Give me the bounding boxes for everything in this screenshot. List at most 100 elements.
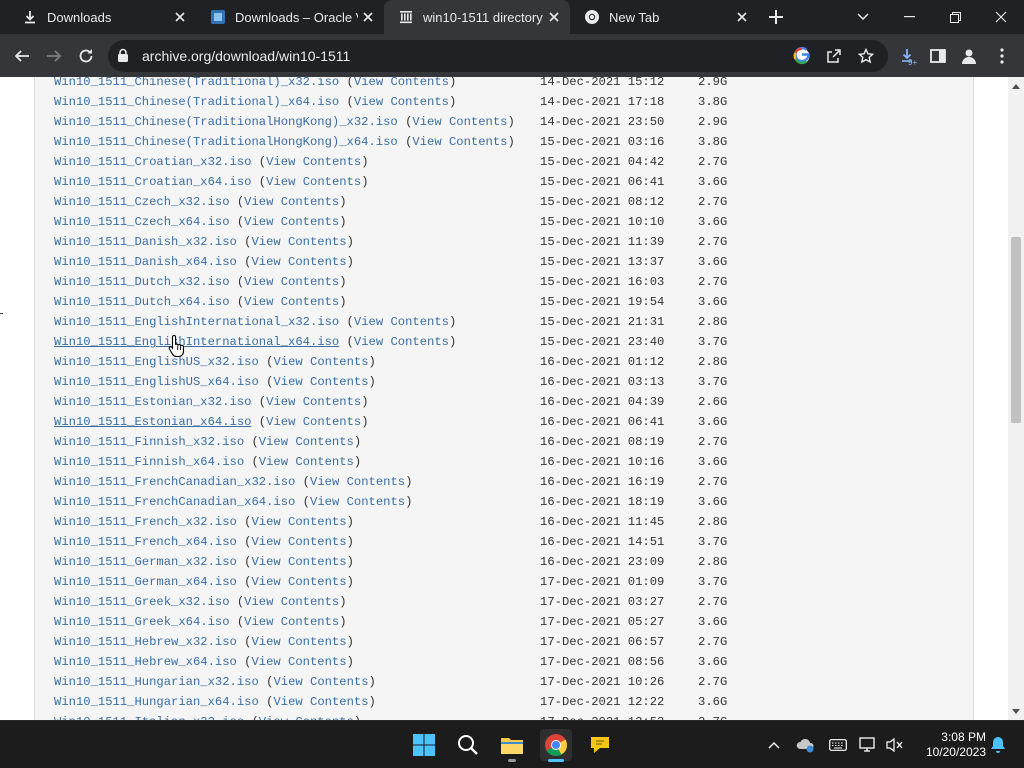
view-contents-link[interactable]: View Contents	[266, 155, 361, 169]
view-contents-link[interactable]: View Contents	[412, 115, 507, 129]
file-link[interactable]: Win10_1511_Croatian_x32.iso	[54, 155, 251, 169]
display-icon[interactable]	[858, 735, 878, 755]
restore-button[interactable]	[932, 0, 978, 34]
view-contents-link[interactable]: View Contents	[354, 315, 449, 329]
show-hidden-icons-chevron[interactable]	[764, 735, 784, 755]
tab-new-tab[interactable]: New Tab	[570, 0, 758, 34]
file-link[interactable]: Win10_1511_Estonian_x64.iso	[54, 415, 251, 429]
close-tab-icon[interactable]	[544, 7, 564, 27]
file-link[interactable]: Win10_1511_Greek_x32.iso	[54, 595, 230, 609]
tab-win10-directory[interactable]: win10-1511 directory listing	[384, 0, 570, 34]
view-contents-link[interactable]: View Contents	[244, 595, 339, 609]
close-window-button[interactable]	[978, 0, 1024, 34]
system-clock[interactable]: 3:08 PM 10/20/2023	[912, 730, 986, 760]
view-contents-link[interactable]: View Contents	[273, 355, 368, 369]
file-link[interactable]: Win10_1511_EnglishInternational_x32.iso	[54, 315, 339, 329]
profile-avatar-icon[interactable]	[955, 42, 983, 70]
new-tab-button[interactable]	[764, 5, 788, 29]
view-contents-link[interactable]: View Contents	[259, 435, 354, 449]
back-button[interactable]	[8, 42, 36, 70]
file-link[interactable]: Win10_1511_Czech_x32.iso	[54, 195, 230, 209]
view-contents-link[interactable]: View Contents	[273, 375, 368, 389]
lock-icon[interactable]	[117, 48, 129, 68]
google-lens-icon[interactable]	[792, 46, 812, 66]
view-contents-link[interactable]: View Contents	[244, 615, 339, 629]
view-contents-link[interactable]: View Contents	[251, 535, 346, 549]
file-link[interactable]: Win10_1511_FrenchCanadian_x64.iso	[54, 495, 295, 509]
view-contents-link[interactable]: View Contents	[244, 295, 339, 309]
close-tab-icon[interactable]	[358, 7, 378, 27]
scroll-down-arrow-icon[interactable]	[1008, 704, 1024, 718]
view-contents-link[interactable]: View Contents	[251, 235, 346, 249]
view-contents-link[interactable]: View Contents	[251, 575, 346, 589]
reload-button[interactable]	[72, 42, 100, 70]
scroll-up-arrow-icon[interactable]	[1008, 79, 1024, 93]
bookmark-star-icon[interactable]	[856, 46, 876, 66]
view-contents-link[interactable]: View Contents	[310, 495, 405, 509]
share-icon[interactable]	[824, 46, 844, 66]
view-contents-link[interactable]: View Contents	[354, 95, 449, 109]
file-link[interactable]: Win10_1511_Finnish_x32.iso	[54, 435, 244, 449]
file-link[interactable]: Win10_1511_Finnish_x64.iso	[54, 455, 244, 469]
view-contents-link[interactable]: View Contents	[412, 135, 507, 149]
address-bar[interactable]: archive.org/download/win10-1511	[108, 40, 888, 72]
view-contents-link[interactable]: View Contents	[273, 675, 368, 689]
file-link[interactable]: Win10_1511_EnglishUS_x32.iso	[54, 355, 259, 369]
file-link[interactable]: Win10_1511_Chinese(Traditional)_x32.iso	[54, 77, 339, 89]
scrollbar-thumb[interactable]	[1011, 237, 1021, 423]
view-contents-link[interactable]: View Contents	[244, 275, 339, 289]
onedrive-icon[interactable]	[796, 735, 816, 755]
view-contents-link[interactable]: View Contents	[251, 635, 346, 649]
file-link[interactable]: Win10_1511_Chinese(TraditionalHongKong)_…	[54, 135, 398, 149]
file-link[interactable]: Win10_1511_EnglishUS_x64.iso	[54, 375, 259, 389]
tab-search-button[interactable]	[840, 0, 886, 34]
file-link[interactable]: Win10_1511_EnglishInternational_x64.iso	[54, 335, 339, 349]
file-link[interactable]: Win10_1511_Hebrew_x64.iso	[54, 655, 237, 669]
view-contents-link[interactable]: View Contents	[266, 175, 361, 189]
file-link[interactable]: Win10_1511_French_x32.iso	[54, 515, 237, 529]
windows-start-icon[interactable]	[408, 729, 440, 761]
file-link[interactable]: Win10_1511_Czech_x64.iso	[54, 215, 230, 229]
view-contents-link[interactable]: View Contents	[266, 415, 361, 429]
view-contents-link[interactable]: View Contents	[244, 195, 339, 209]
file-link[interactable]: Win10_1511_Chinese(Traditional)_x64.iso	[54, 95, 339, 109]
file-link[interactable]: Win10_1511_French_x64.iso	[54, 535, 237, 549]
file-link[interactable]: Win10_1511_Hungarian_x32.iso	[54, 675, 259, 689]
file-link[interactable]: Win10_1511_FrenchCanadian_x32.iso	[54, 475, 295, 489]
file-link[interactable]: Win10_1511_Hebrew_x32.iso	[54, 635, 237, 649]
close-tab-icon[interactable]	[732, 7, 752, 27]
view-contents-link[interactable]: View Contents	[251, 655, 346, 669]
volume-muted-icon[interactable]	[885, 735, 905, 755]
view-contents-link[interactable]: View Contents	[354, 335, 449, 349]
search-icon[interactable]	[452, 729, 484, 761]
close-tab-icon[interactable]	[170, 7, 190, 27]
view-contents-link[interactable]: View Contents	[354, 77, 449, 89]
view-contents-link[interactable]: View Contents	[244, 215, 339, 229]
file-link[interactable]: Win10_1511_Estonian_x32.iso	[54, 395, 251, 409]
view-contents-link[interactable]: View Contents	[251, 255, 346, 269]
file-link[interactable]: Win10_1511_Danish_x64.iso	[54, 255, 237, 269]
feedback-hub-icon[interactable]	[584, 729, 616, 761]
file-link[interactable]: Win10_1511_Dutch_x64.iso	[54, 295, 230, 309]
tab-downloads[interactable]: Downloads	[8, 0, 196, 34]
vertical-scrollbar[interactable]	[1008, 77, 1024, 720]
side-panel-icon[interactable]	[924, 42, 952, 70]
view-contents-link[interactable]: View Contents	[273, 695, 368, 709]
view-contents-link[interactable]: View Contents	[251, 515, 346, 529]
file-link[interactable]: Win10_1511_Danish_x32.iso	[54, 235, 237, 249]
file-link[interactable]: Win10_1511_German_x32.iso	[54, 555, 237, 569]
chrome-menu-icon[interactable]	[988, 42, 1016, 70]
notifications-icon[interactable]	[988, 735, 1008, 755]
keyboard-icon[interactable]	[828, 735, 848, 755]
forward-button[interactable]	[40, 42, 68, 70]
tab-virtualbox-downloads[interactable]: Downloads – Oracle VM VirtualBox	[196, 0, 384, 34]
chrome-icon[interactable]	[540, 729, 572, 762]
view-contents-link[interactable]: View Contents	[310, 475, 405, 489]
view-contents-link[interactable]: View Contents	[259, 455, 354, 469]
file-link[interactable]: Win10_1511_Greek_x64.iso	[54, 615, 230, 629]
file-link[interactable]: Win10_1511_Hungarian_x64.iso	[54, 695, 259, 709]
file-link[interactable]: Win10_1511_Dutch_x32.iso	[54, 275, 230, 289]
view-contents-link[interactable]: View Contents	[251, 555, 346, 569]
minimize-button[interactable]	[886, 0, 932, 34]
file-link[interactable]: Win10_1511_Croatian_x64.iso	[54, 175, 251, 189]
